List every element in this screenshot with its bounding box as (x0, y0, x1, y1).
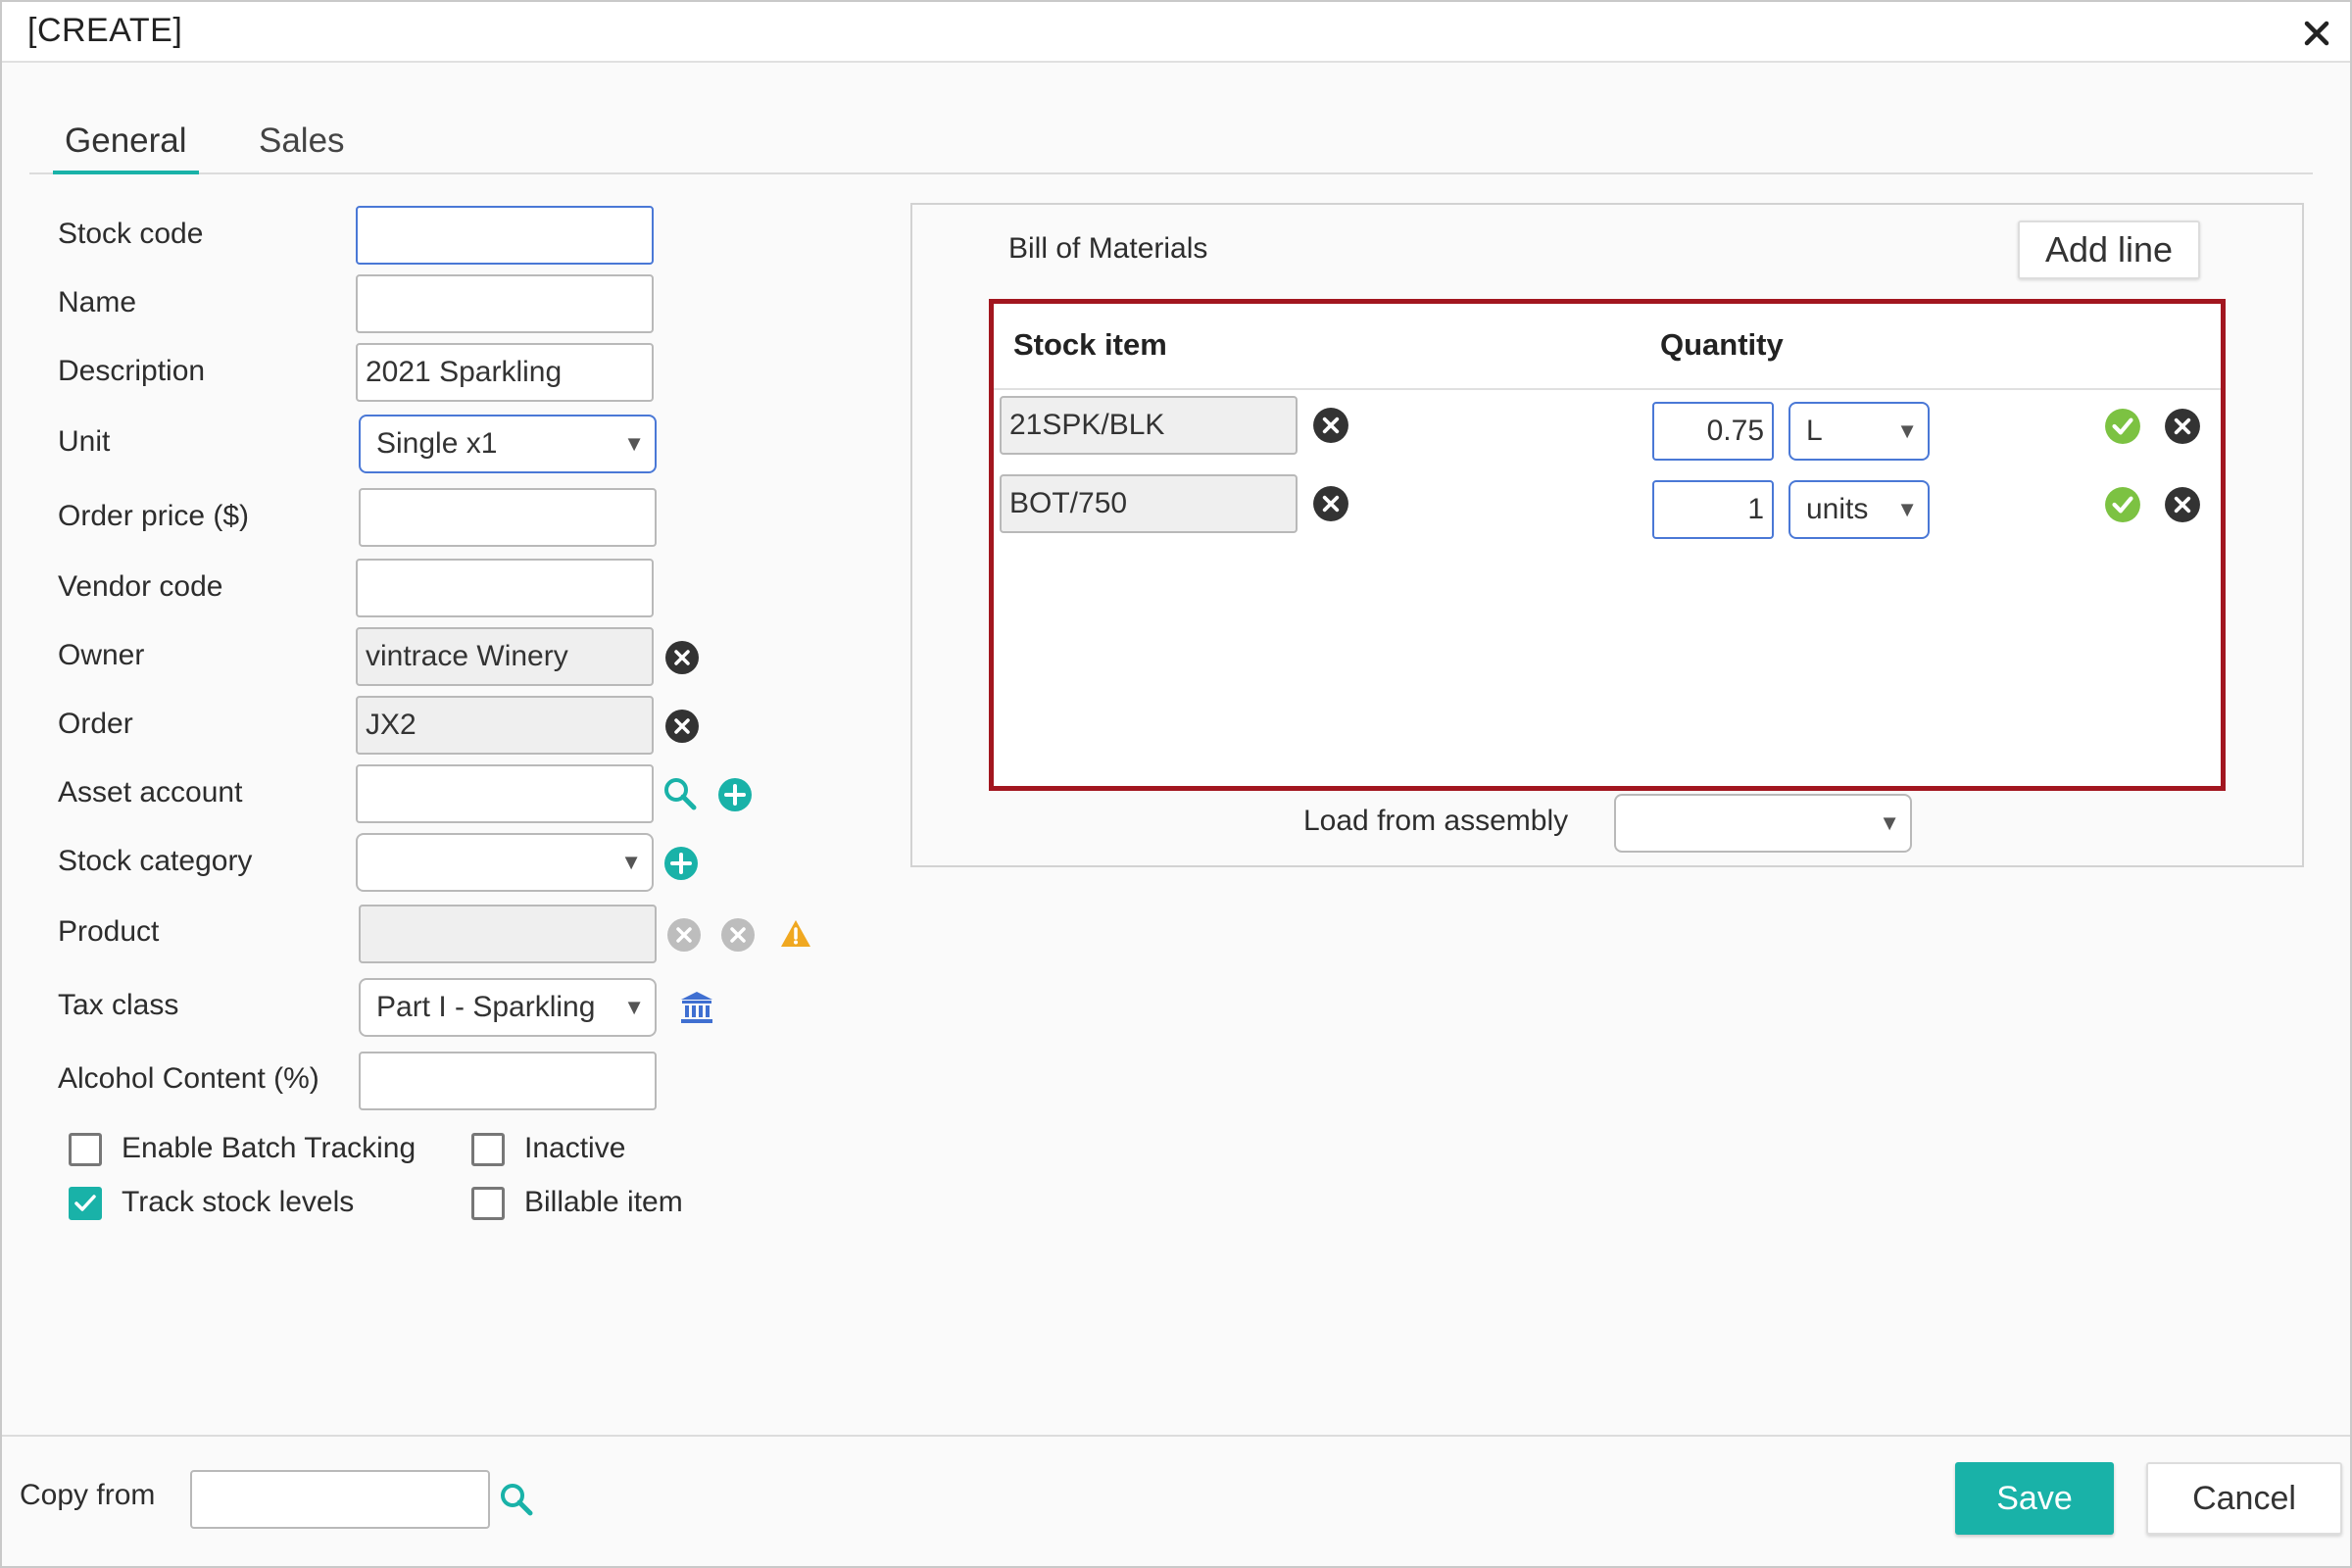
asset-account-label: Asset account (58, 776, 243, 808)
bom-row-2-unit-value: units (1806, 493, 1869, 525)
bom-table: Stock item Quantity 21SPK/BLK 0.75 L ▼ B… (989, 299, 2226, 791)
add-asset-account-icon[interactable] (717, 777, 753, 812)
tab-bar: General Sales (29, 118, 2313, 174)
enable-batch-tracking-label: Enable Batch Tracking (122, 1132, 416, 1164)
order-input[interactable]: JX2 (356, 696, 654, 755)
clear-owner-icon[interactable] (664, 640, 700, 675)
inactive-label: Inactive (524, 1132, 626, 1164)
tab-sales[interactable]: Sales (247, 122, 357, 171)
chevron-down-icon: ▼ (1896, 497, 1918, 521)
stock-code-label: Stock code (58, 218, 204, 250)
tax-class-label: Tax class (58, 989, 179, 1021)
inactive-checkbox[interactable] (471, 1133, 505, 1166)
close-icon[interactable] (2297, 14, 2336, 53)
vendor-code-input[interactable] (356, 559, 654, 617)
search-icon[interactable] (662, 776, 698, 811)
confirm-row-1-icon[interactable] (2104, 408, 2141, 445)
stock-category-select[interactable]: ▼ (356, 833, 654, 892)
quantity-column-header: Quantity (1660, 327, 1784, 362)
bom-row-1-unit-value: L (1806, 415, 1823, 447)
order-price-label: Order price ($) (58, 500, 250, 532)
add-stock-category-icon[interactable] (663, 846, 699, 881)
description-label: Description (58, 355, 206, 387)
window-title: [CREATE] (27, 12, 183, 49)
chevron-down-icon: ▼ (1879, 810, 1900, 835)
stock-category-label: Stock category (58, 845, 253, 877)
stock-item-column-header: Stock item (1013, 327, 1167, 362)
product-label: Product (58, 915, 160, 948)
create-dialog: [CREATE] General Sales Stock code Name D… (0, 0, 2352, 1568)
confirm-row-2-icon[interactable] (2104, 486, 2141, 523)
bill-of-materials-panel: Bill of Materials Add line Stock item Qu… (910, 203, 2304, 867)
delete-row-1-icon[interactable] (2164, 408, 2201, 445)
alcohol-content-label: Alcohol Content (%) (58, 1062, 319, 1095)
description-input[interactable]: 2021 Sparkling (356, 343, 654, 402)
bom-row-1-unit-select[interactable]: L ▼ (1788, 402, 1930, 461)
warning-icon (779, 918, 812, 950)
unit-select[interactable]: Single x1 ▼ (359, 415, 657, 473)
title-bar: [CREATE] (2, 2, 2350, 63)
bom-row-2-quantity-input[interactable]: 1 (1652, 480, 1774, 539)
copy-from-input[interactable] (190, 1470, 490, 1529)
tab-general[interactable]: General (53, 122, 199, 174)
chevron-down-icon: ▼ (1896, 418, 1918, 443)
enable-batch-tracking-checkbox[interactable] (69, 1133, 102, 1166)
unit-select-value: Single x1 (376, 427, 498, 460)
save-button[interactable]: Save (1955, 1462, 2114, 1535)
add-line-button[interactable]: Add line (2018, 220, 2200, 279)
order-label: Order (58, 708, 133, 740)
clear-row-1-stock-item-icon[interactable] (1312, 407, 1349, 444)
unit-label: Unit (58, 425, 111, 458)
load-from-assembly-select[interactable]: ▼ (1614, 794, 1912, 853)
cancel-button[interactable]: Cancel (2146, 1462, 2342, 1535)
load-from-assembly-label: Load from assembly (1303, 805, 1569, 837)
bom-row-2-stock-item[interactable]: BOT/750 (1000, 474, 1298, 533)
bom-row-1-stock-item[interactable]: 21SPK/BLK (1000, 396, 1298, 455)
track-stock-levels-checkbox[interactable] (69, 1187, 102, 1220)
owner-label: Owner (58, 639, 145, 671)
bom-table-header: Stock item Quantity (994, 304, 2221, 390)
dialog-footer: Copy from Save Cancel (2, 1435, 2350, 1566)
clear-order-icon[interactable] (664, 709, 700, 744)
clear-row-2-stock-item-icon[interactable] (1312, 485, 1349, 522)
copy-from-label: Copy from (20, 1479, 156, 1511)
chevron-down-icon: ▼ (623, 995, 645, 1019)
clear-product-icon[interactable] (666, 917, 702, 953)
clear-product-secondary-icon[interactable] (720, 917, 756, 953)
bom-row-2-unit-select[interactable]: units ▼ (1788, 480, 1930, 539)
tax-class-value: Part I - Sparkling (376, 991, 596, 1023)
order-price-input[interactable] (359, 488, 657, 547)
asset-account-input[interactable] (356, 764, 654, 823)
name-input[interactable] (356, 274, 654, 333)
billable-item-label: Billable item (524, 1186, 683, 1218)
alcohol-content-input[interactable] (359, 1052, 657, 1110)
check-icon (74, 1195, 96, 1211)
billable-item-checkbox[interactable] (471, 1187, 505, 1220)
bom-title: Bill of Materials (1008, 232, 1208, 265)
owner-input[interactable]: vintrace Winery (356, 627, 654, 686)
track-stock-levels-label: Track stock levels (122, 1186, 355, 1218)
chevron-down-icon: ▼ (620, 850, 642, 874)
bom-row-1-quantity-input[interactable]: 0.75 (1652, 402, 1774, 461)
bank-icon[interactable] (679, 990, 714, 1025)
search-icon[interactable] (499, 1482, 534, 1517)
tax-class-select[interactable]: Part I - Sparkling ▼ (359, 978, 657, 1037)
product-input[interactable] (359, 905, 657, 963)
chevron-down-icon: ▼ (623, 431, 645, 456)
name-label: Name (58, 286, 137, 318)
vendor-code-label: Vendor code (58, 570, 223, 603)
delete-row-2-icon[interactable] (2164, 486, 2201, 523)
stock-code-input[interactable] (356, 206, 654, 265)
